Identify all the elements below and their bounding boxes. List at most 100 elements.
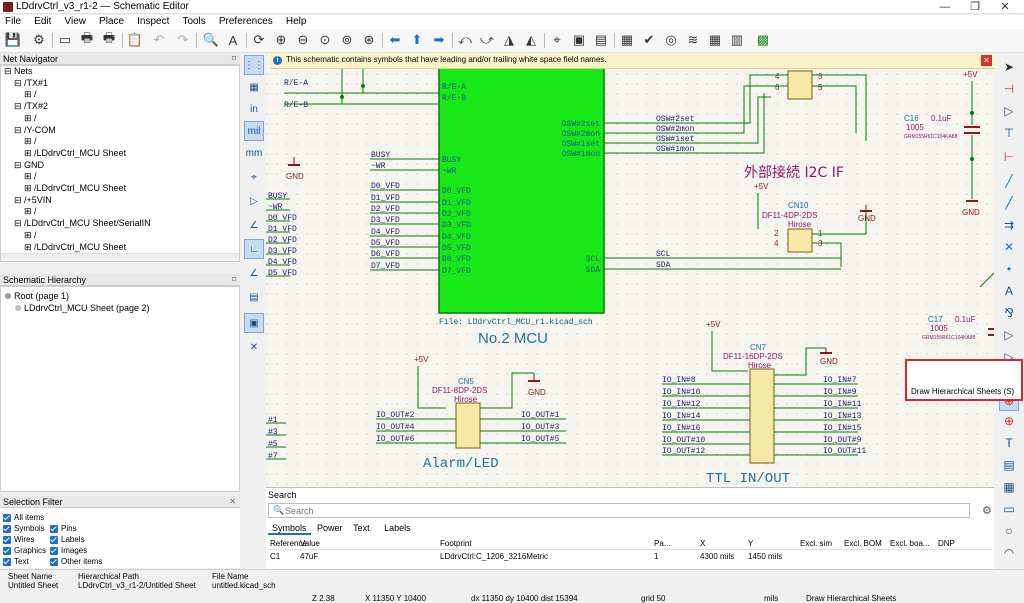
column-header[interactable]: Excl. boa... [890,539,930,548]
settings-gear-icon[interactable]: ⚙ [982,504,992,517]
no-connect-flag-icon[interactable]: ✕ [999,237,1019,257]
tree-item[interactable]: ⊞ / [1,89,239,101]
filter-pins[interactable]: Pins [50,524,77,533]
page-settings-icon[interactable]: ▭ [56,31,74,49]
highlight-net-icon[interactable]: ⊣ [999,79,1019,99]
tree-item[interactable]: ⊟ /TX#1 [1,78,239,90]
no-connect-icon[interactable]: ⊢ [999,147,1019,167]
tree-item[interactable]: ⊟ /+5VIN [1,195,239,207]
hierarchy-panel-icon[interactable]: ▣ [244,313,264,333]
column-header[interactable]: Value [300,539,320,548]
tree-item[interactable]: ⊟ GND [1,160,239,172]
hierarchy-root[interactable]: Root (page 1) [5,291,69,301]
tab-power[interactable]: Power [313,523,347,533]
erc-icon[interactable]: ✔ [640,31,658,49]
rotate-cw-icon[interactable]: ⤻ [478,31,496,49]
symbol-editor-icon[interactable]: ⌖ [548,31,566,49]
arc-icon[interactable]: ◠ [999,543,1019,563]
grid-icon[interactable]: ⋮⋮ [244,55,264,75]
tree-item[interactable]: ⊞ / [1,230,239,242]
column-header[interactable]: Y [748,539,753,548]
properties-icon[interactable]: ✕ [244,337,264,357]
save-icon[interactable]: 💾 [4,31,22,49]
tree-item[interactable]: ⊞ / [1,171,239,183]
zoom-selection-icon[interactable]: ⊛ [360,31,378,49]
bom-icon[interactable]: ▦ [706,31,724,49]
navigate-back-icon[interactable]: ⬅ [386,31,404,49]
redo-icon[interactable]: ↷ [174,31,192,49]
cursor-icon[interactable]: ⌖ [244,167,264,187]
schematic-canvas[interactable]: File: LDdrvCtrl_MCU_r1.kicad_sch No.2 MC… [266,53,994,487]
column-header[interactable]: Excl. BOM [844,539,882,548]
paste-icon[interactable]: 📋 [126,31,144,49]
find-replace-icon[interactable]: A [224,31,242,49]
tree-item[interactable]: ⊞ / [1,136,239,148]
filter-all-items[interactable]: All items [3,513,44,522]
tree-item[interactable]: ⊟ /TX#2 [1,101,239,113]
add-symbol-icon[interactable]: ▷ [999,101,1019,121]
menu-edit[interactable]: Edit [29,15,56,29]
column-header[interactable]: X [700,539,705,548]
mm-icon[interactable]: mm [244,143,264,163]
netlist-icon[interactable]: ≋ [684,31,702,49]
table-icon[interactable]: ▦ [999,477,1019,497]
close-window-button[interactable]: ✕ [990,0,1020,14]
menu-place[interactable]: Place [94,15,129,29]
edit-fields-icon[interactable]: ▥ [728,31,746,49]
zoom-out-icon[interactable]: ⊖ [294,31,312,49]
add-power-icon[interactable]: ⊤ [999,123,1019,143]
tree-item[interactable]: ⊟ Nets [1,66,239,78]
mirror-h-icon[interactable]: ◭ [522,31,540,49]
tree-item[interactable]: ⊞ /LDdrvCtrl_MCU Sheet [1,242,239,254]
rectangle-icon[interactable]: ▭ [999,499,1019,519]
maximize-button[interactable]: ❐ [960,0,990,14]
tree-item[interactable]: ⊟ /Y-COM [1,125,239,137]
tree-item[interactable]: ⊞ /LDdrvCtrl_MCU Sheet [1,148,239,160]
simulator-icon[interactable]: ◎ [662,31,680,49]
column-header[interactable]: Excl. sim [800,539,832,548]
schematic-setup-icon[interactable]: ⚙ [30,31,48,49]
navigate-up-icon[interactable]: ⬆ [408,31,426,49]
tree-item[interactable]: ⊞ / [1,206,239,218]
column-header[interactable]: Footprint [440,539,472,548]
junction-icon[interactable]: • [999,259,1019,279]
tree-item[interactable]: ⊞ / [1,113,239,125]
bus-icon[interactable]: ╱ [999,193,1019,213]
mirror-v-icon[interactable]: ◮ [500,31,518,49]
hierarchy-child[interactable]: LDdrvCtrl_MCU Sheet (page 2) [15,303,150,313]
mils-icon[interactable]: mil [244,121,264,141]
textbox-icon[interactable]: ▤ [999,455,1019,475]
zoom-fit-icon[interactable]: ⊙ [316,31,334,49]
filter-other-items[interactable]: Other items [50,557,102,566]
menu-view[interactable]: View [59,15,91,29]
print-icon[interactable]: 🖶 [78,30,96,49]
net-navigator-tree[interactable]: ⊟ Nets ⊟ /TX#1 ⊞ / ⊟ /TX#2 ⊞ / ⊟ /Y-COM ⊞ / ⊞ /… [0,65,240,262]
tree-item[interactable]: ⊞ /LDdrvCtrl_MCU Sheet [1,183,239,195]
symbol-browser-icon[interactable]: ▣ [570,31,588,49]
filter-labels[interactable]: Labels [50,535,85,544]
overlay-grid-icon[interactable]: ▦ [244,77,264,97]
line-mode-45-icon[interactable]: ∠ [244,263,264,283]
find-icon[interactable]: 🔍 [202,31,220,49]
import-sheet-icon[interactable]: ⊕ [999,411,1019,431]
undo-icon[interactable]: ↶ [150,31,168,49]
menu-inspect[interactable]: Inspect [132,15,174,29]
close-icon[interactable]: ✕ [229,496,236,508]
filter-text[interactable]: Text [3,557,29,566]
text-icon[interactable]: T [999,433,1019,453]
pcb-editor-icon[interactable]: ▩ [754,31,772,49]
minimize-button[interactable]: — [930,0,960,14]
filter-images[interactable]: Images [50,546,87,555]
table-row[interactable]: C1 47uF LDdrvCtrl:C_1206_3216Metric 1 4300 m… [268,551,992,563]
filter-wires[interactable]: Wires [3,535,34,544]
annotate-icon[interactable]: ▦ [618,31,636,49]
annotate-panel-icon[interactable]: ▤ [244,287,264,307]
wire-icon[interactable]: ╱ [999,171,1019,191]
filter-graphics[interactable]: Graphics [3,546,46,555]
tab-labels[interactable]: Labels [376,523,419,533]
hierarchy-tree[interactable]: Root (page 1) LDdrvCtrl_MCU Sheet (page … [0,286,240,492]
global-label-icon[interactable]: ▷ [999,325,1019,345]
tree-item[interactable]: ⊟ /LDdrvCtrl_MCU Sheet/SerialIN [1,218,239,230]
tab-symbols[interactable]: Symbols [268,523,311,535]
navigate-forward-icon[interactable]: ➡ [430,31,448,49]
